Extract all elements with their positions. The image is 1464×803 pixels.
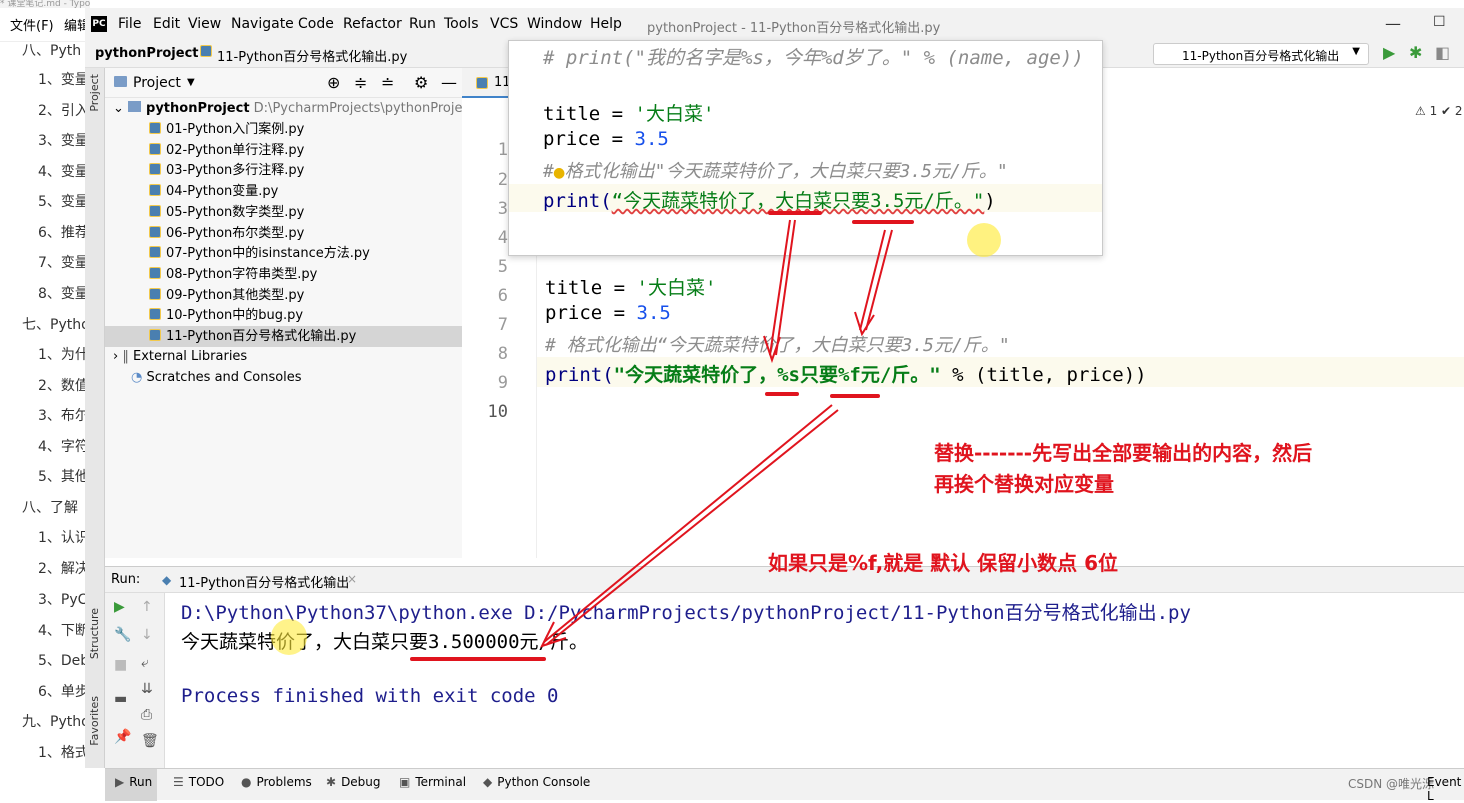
arrow-2 [859,229,886,331]
annotation-replace-1: 替换-------先写出全部要输出的内容，然后 [934,441,1313,465]
underline-title [768,211,822,215]
annotation-arrows [540,219,893,648]
annotation-default-f: 如果只是%f,就是 默认 保留小数点 6位 [768,551,1119,575]
annotation-replace-2: 再挨个替换对应变量 [934,472,1114,496]
arrow-3 [545,409,839,646]
arrow-1 [769,219,791,356]
underline-s [765,392,799,396]
underline-price [852,220,914,224]
underline-f [830,394,880,398]
underline-output [410,657,546,661]
